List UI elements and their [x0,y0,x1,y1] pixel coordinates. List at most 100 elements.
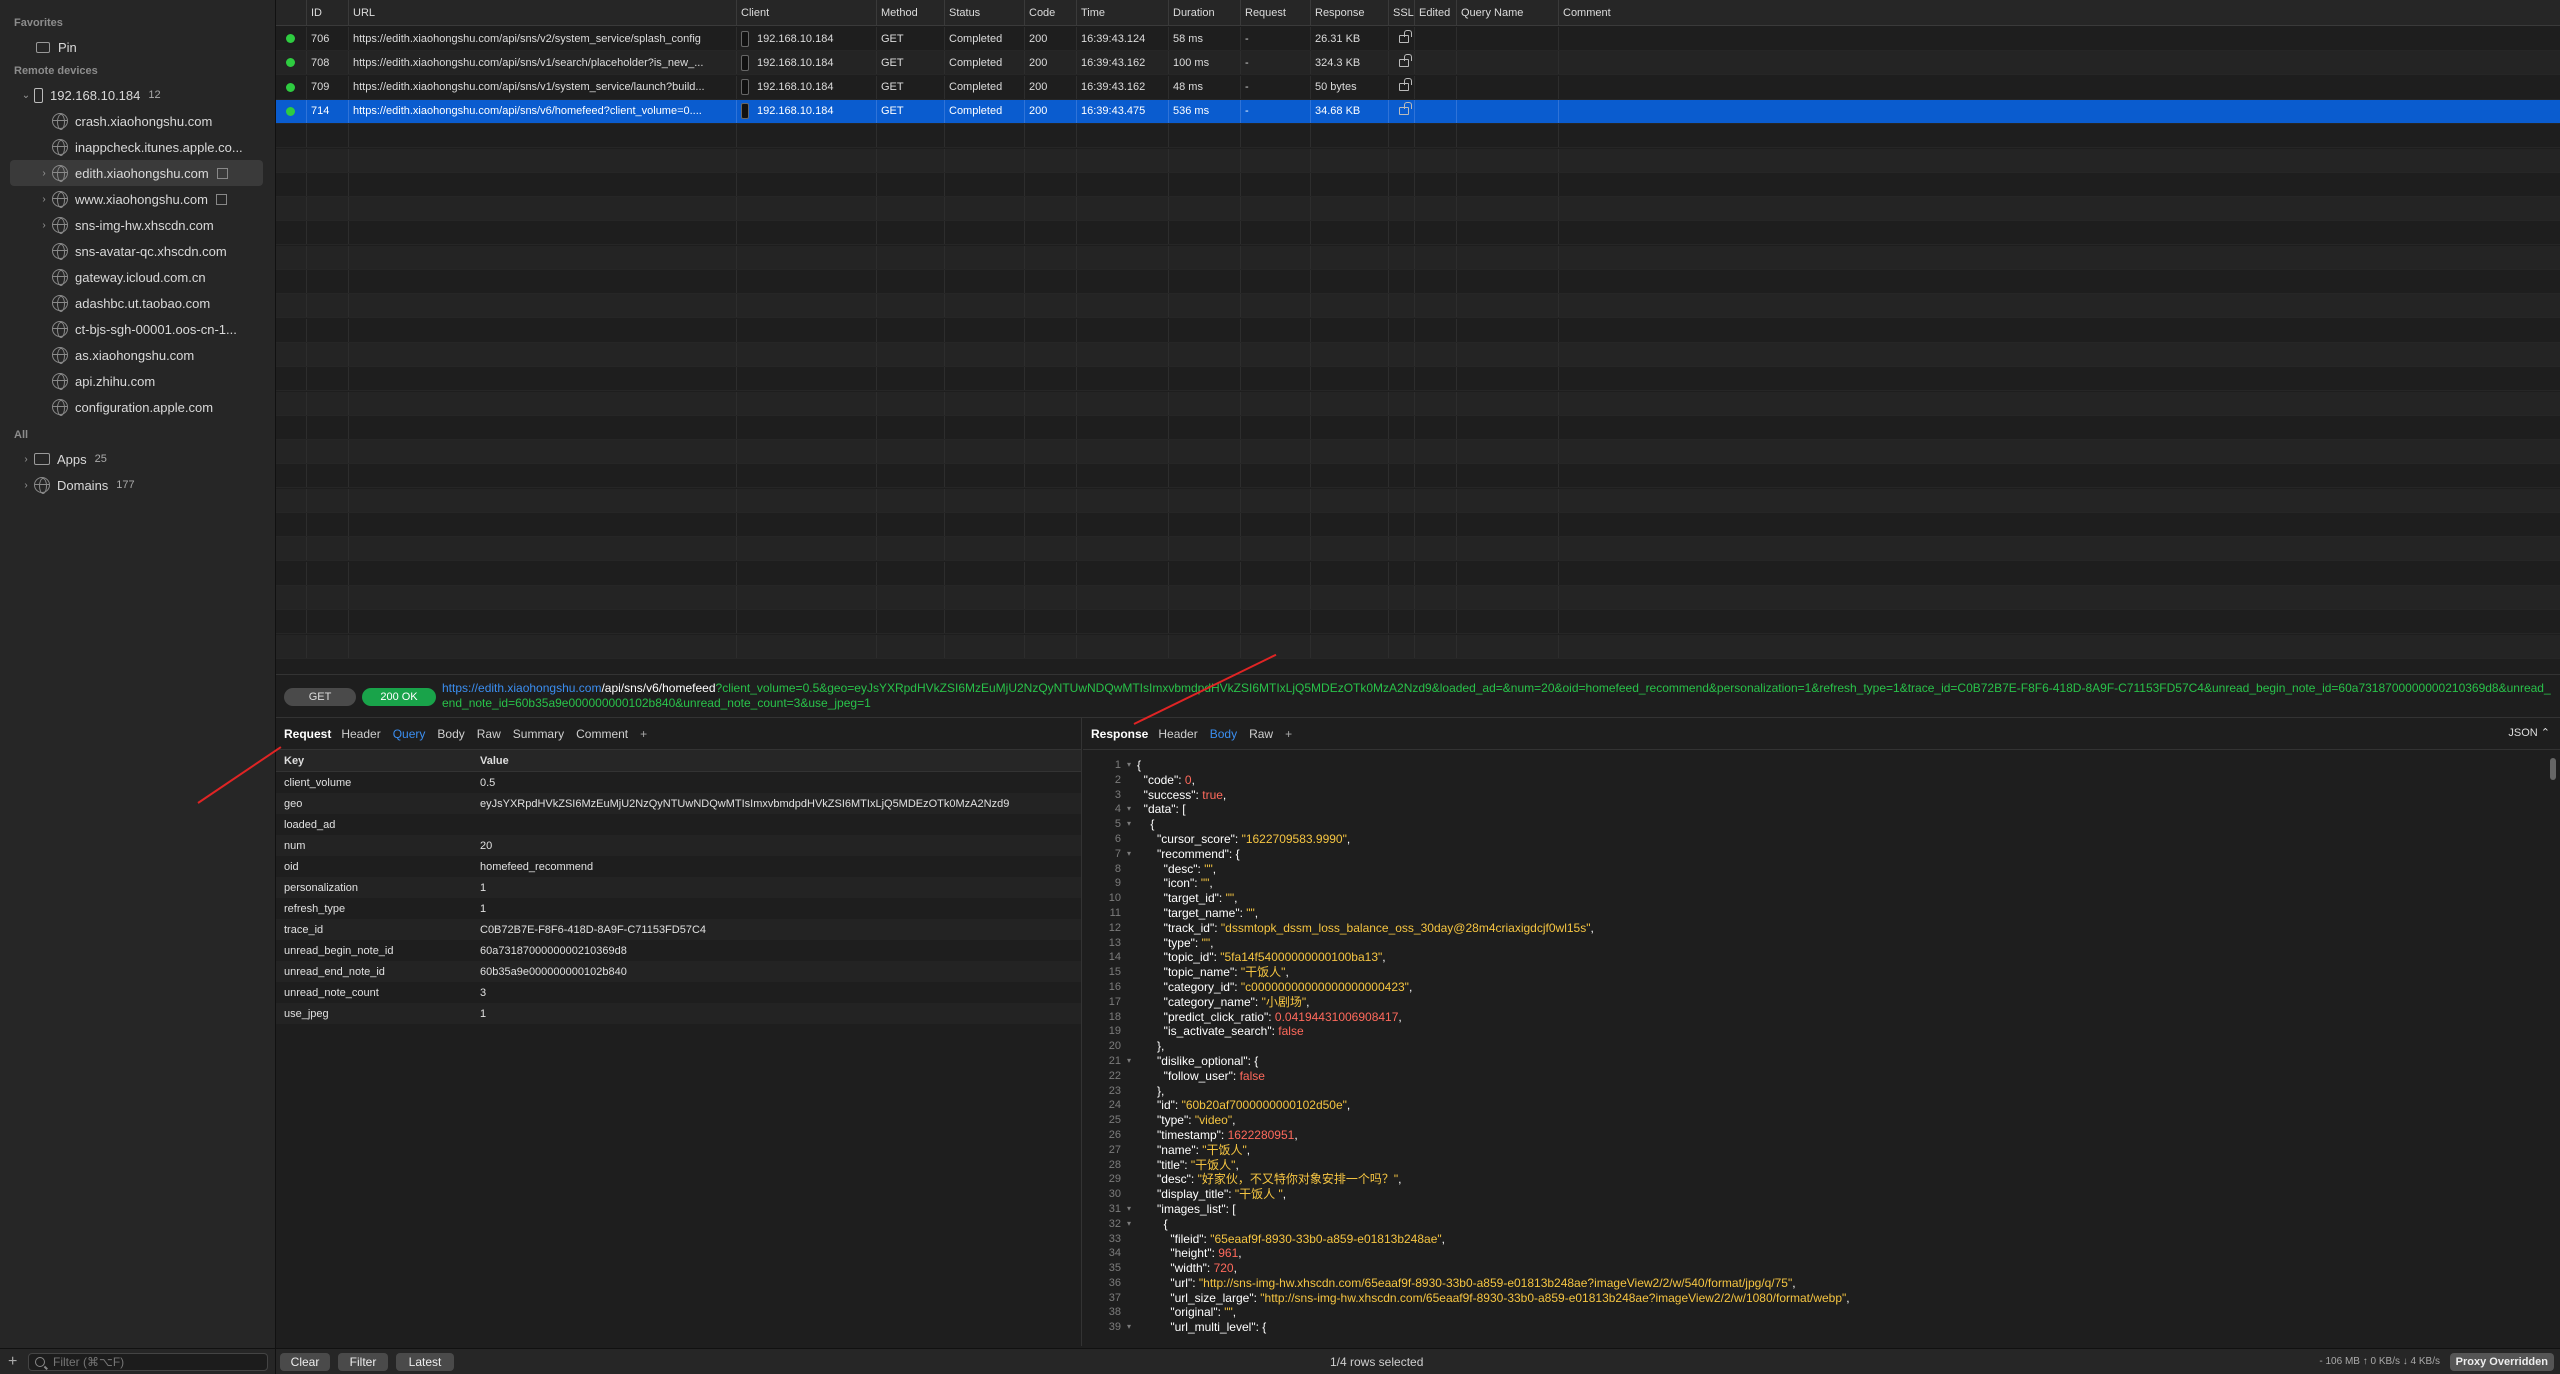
column-header-query-name[interactable]: Query Name [1456,0,1558,25]
query-param-row[interactable]: loaded_ad [276,814,1081,835]
sidebar-item-domain[interactable]: as.xiaohongshu.com [0,342,275,368]
request-title: Request [284,726,332,741]
tab-request-body[interactable]: Body [437,727,464,741]
scrollbar-thumb[interactable] [2550,758,2556,780]
column-header-comment[interactable]: Comment [1558,0,1866,25]
fold-toggle-icon[interactable]: ▾ [1121,758,1137,773]
clear-button[interactable]: Clear [280,1353,330,1371]
empty-cell [1310,537,1388,561]
column-header-url[interactable]: URL [348,0,736,25]
column-header-id[interactable]: ID [306,0,348,25]
empty-cell [736,610,876,634]
code-text: "is_activate_search": false [1163,1024,1304,1039]
column-header-client[interactable]: Client [736,0,876,25]
query-param-row[interactable]: personalization 1 [276,877,1081,898]
chevron-right-icon[interactable]: › [36,220,52,231]
fold-toggle-icon[interactable]: ▾ [1121,847,1137,862]
tab-response-body[interactable]: Body [1210,727,1237,741]
sidebar-item-domain[interactable]: api.zhihu.com [0,368,275,394]
external-link-icon[interactable] [215,193,227,205]
query-param-row[interactable]: num 20 [276,835,1081,856]
sidebar-item-domain[interactable]: configuration.apple.com [0,394,275,420]
query-param-row[interactable]: geo eyJsYXRpdHVkZSI6MzEuMjU2NzQyNTUwNDQwM… [276,793,1081,814]
table-row[interactable]: 709 https://edith.xiaohongshu.com/api/sns… [276,75,2560,100]
sidebar-item-domains[interactable]: › Domains 177 [0,472,275,498]
fold-toggle-icon[interactable]: ▾ [1121,817,1137,832]
param-key: client_volume [284,776,352,789]
tab-request-header[interactable]: Header [341,727,380,741]
column-header-ssl[interactable]: SSL [1388,0,1414,25]
fold-toggle-icon[interactable]: ▾ [1121,1054,1137,1069]
sidebar-item-apps[interactable]: › Apps 25 [0,446,275,472]
filter-button[interactable]: Filter [338,1353,388,1371]
chevron-down-icon[interactable]: ⌄ [18,90,34,101]
param-value: 1 [480,881,487,894]
column-header-duration[interactable]: Duration [1168,0,1240,25]
column-header-method[interactable]: Method [876,0,944,25]
column-header-request[interactable]: Request [1240,0,1310,25]
sidebar-item-domain[interactable]: › sns-img-hw.xhscdn.com [0,212,275,238]
format-selector[interactable]: JSON ⌃ [2508,726,2550,739]
external-link-icon[interactable] [216,167,228,179]
sidebar-item-domain[interactable]: › www.xiaohongshu.com [0,186,275,212]
chevron-right-icon[interactable]: › [18,480,34,491]
latest-button[interactable]: Latest [396,1353,454,1371]
sidebar-item-domain[interactable]: sns-avatar-qc.xhscdn.com [0,238,275,264]
empty-cell [348,197,736,221]
query-param-row[interactable]: refresh_type 1 [276,898,1081,919]
sidebar-item-domain[interactable]: gateway.icloud.com.cn [0,264,275,290]
chevron-right-icon[interactable]: › [18,454,34,465]
full-url[interactable]: https://edith.xiaohongshu.com/api/sns/v6… [442,681,2552,711]
fold-toggle-icon[interactable]: ▾ [1121,1202,1137,1217]
add-tab-icon[interactable]: + [1285,727,1292,741]
table-row[interactable]: 714 https://edith.xiaohongshu.com/api/sns… [276,99,2560,124]
query-param-row[interactable]: unread_begin_note_id 60a73187000000002103… [276,940,1081,961]
globe-icon [52,139,68,156]
empty-table-row [276,537,2560,562]
json-viewer[interactable]: 1 ▾{2 "code": 0, 3 "success": true, 4 ▾ "dat… [1083,758,2560,1346]
query-param-row[interactable]: client_volume 0.5 [276,772,1081,793]
empty-cell [1310,585,1388,609]
tab-request-comment[interactable]: Comment [576,727,628,741]
code-line: 22 "follow_user": false [1083,1069,2560,1084]
sidebar-item-domain[interactable]: ct-bjs-sgh-00001.oos-cn-1... [0,316,275,342]
cell-edited [1414,27,1456,50]
tab-response-raw[interactable]: Raw [1249,727,1273,741]
query-param-row[interactable]: unread_end_note_id 60b35a9e000000000102b8… [276,961,1081,982]
chevron-right-icon[interactable]: › [36,194,52,205]
column-header-edited[interactable]: Edited [1414,0,1456,25]
empty-cell [1024,367,1076,391]
query-param-row[interactable]: trace_id C0B72B7E-F8F6-418D-8A9F-C71153FD… [276,919,1081,940]
column-header-response[interactable]: Response [1310,0,1388,25]
sidebar-item-domain[interactable]: adashbc.ut.taobao.com [0,290,275,316]
sidebar-item-pin[interactable]: Pin [0,34,275,60]
sidebar-filter-input[interactable] [51,1353,251,1370]
response-pane: Response Header Body Raw + JSON ⌃ 1 ▾{2 "cod… [1083,718,2560,1346]
sidebar-item-domain[interactable]: › edith.xiaohongshu.com [10,160,263,186]
fold-toggle-icon[interactable]: ▾ [1121,1320,1137,1335]
column-header-code[interactable]: Code [1024,0,1076,25]
table-row[interactable]: 708 https://edith.xiaohongshu.com/api/sns… [276,51,2560,76]
chevron-right-icon[interactable]: › [36,168,52,179]
sidebar-item-domain[interactable]: crash.xiaohongshu.com [0,108,275,134]
tab-request-raw[interactable]: Raw [477,727,501,741]
tab-request-summary[interactable]: Summary [513,727,564,741]
add-tab-icon[interactable]: + [640,727,647,741]
column-header-status[interactable]: Status [944,0,1024,25]
empty-cell [1076,148,1168,172]
column-header-time[interactable]: Time [1076,0,1168,25]
sidebar-item-device[interactable]: ⌄ 192.168.10.184 12 [0,82,275,108]
empty-cell [736,585,876,609]
query-param-row[interactable]: oid homefeed_recommend [276,856,1081,877]
sidebar-filter[interactable] [28,1352,268,1371]
tab-request-query[interactable]: Query [393,727,426,741]
sidebar-item-domain[interactable]: inappcheck.itunes.apple.co... [0,134,275,160]
query-param-row[interactable]: use_jpeg 1 [276,1003,1081,1024]
fold-toggle-icon[interactable]: ▾ [1121,1217,1137,1232]
add-icon[interactable]: + [8,1353,28,1371]
table-row[interactable]: 706 https://edith.xiaohongshu.com/api/sns… [276,27,2560,51]
query-param-row[interactable]: unread_note_count 3 [276,982,1081,1003]
fold-toggle-icon[interactable]: ▾ [1121,802,1137,817]
proxy-overridden-badge[interactable]: Proxy Overridden [2449,1353,2554,1371]
tab-response-header[interactable]: Header [1158,727,1197,741]
